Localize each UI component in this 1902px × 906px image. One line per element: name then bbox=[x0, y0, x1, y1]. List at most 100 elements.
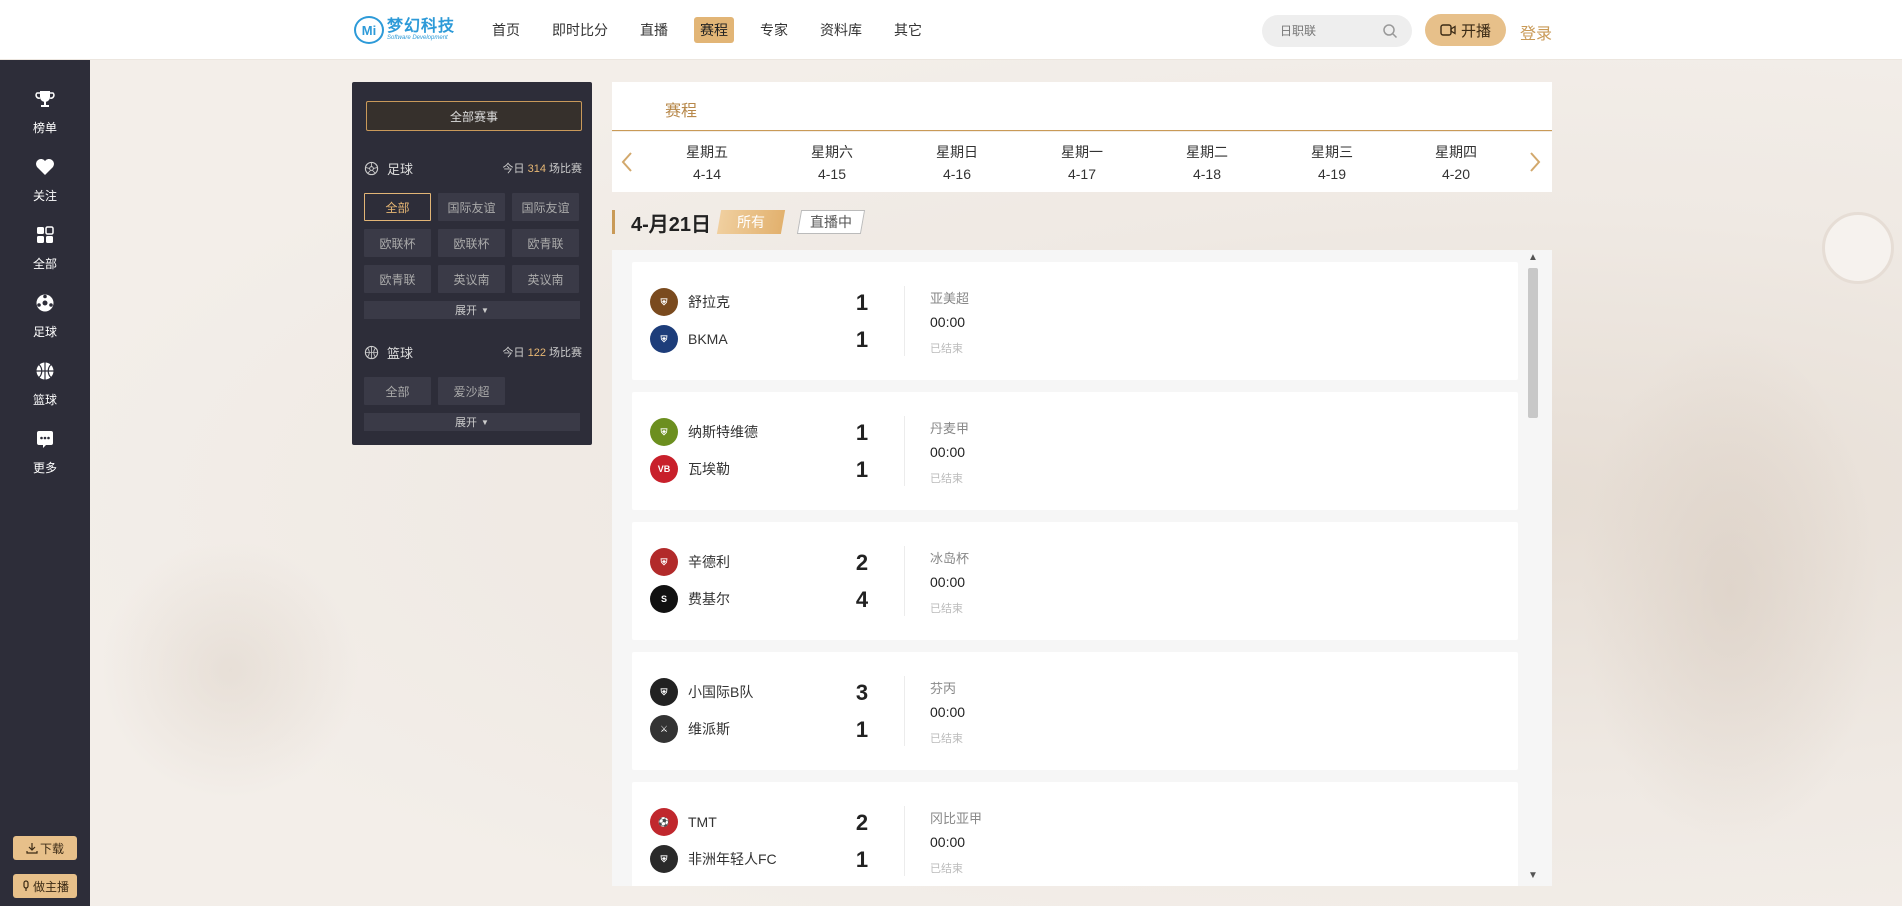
day-weekday: 星期三 bbox=[1311, 144, 1353, 160]
filter-live-tag[interactable]: 直播中 bbox=[796, 210, 866, 234]
away-score: 1 bbox=[855, 457, 869, 482]
home-score: 1 bbox=[855, 420, 869, 445]
sidebar-item-label: 篮球 bbox=[32, 393, 57, 407]
chip-football-league[interactable]: 英议南 bbox=[438, 265, 505, 293]
sidebar-item-label: 全部 bbox=[32, 257, 57, 271]
basketball-header: 篮球 今日 122 场比赛 bbox=[364, 342, 582, 362]
away-score: 1 bbox=[855, 847, 869, 872]
chip-football-league[interactable]: 欧青联 bbox=[364, 265, 431, 293]
top-bar: Mi 梦幻科技 Software Development 首页 即时比分 直播 … bbox=[0, 0, 1902, 60]
nav-other[interactable]: 其它 bbox=[888, 17, 928, 43]
football-icon bbox=[364, 161, 379, 175]
league-name: 亚美超 bbox=[930, 291, 970, 306]
day-tab[interactable]: 星期六 4-15 bbox=[792, 142, 872, 182]
team-logo: ⛨ bbox=[650, 325, 678, 353]
search-icon[interactable] bbox=[1382, 23, 1398, 39]
current-date: 4-月21日 bbox=[631, 213, 712, 236]
nav-live-score[interactable]: 即时比分 bbox=[546, 17, 614, 43]
sidebar-item-follow[interactable]: 关注 bbox=[0, 156, 90, 212]
chevron-down-icon: ▼ bbox=[481, 417, 489, 427]
sidebar-item-label: 榜单 bbox=[32, 121, 57, 135]
expand-label: 展开 bbox=[455, 305, 478, 317]
nav-experts[interactable]: 专家 bbox=[754, 17, 794, 43]
day-tab[interactable]: 星期二 4-18 bbox=[1167, 142, 1247, 182]
nav-database[interactable]: 资料库 bbox=[814, 17, 868, 43]
go-live-button[interactable]: 开播 bbox=[1425, 14, 1506, 46]
scroll-thumb[interactable] bbox=[1528, 268, 1538, 418]
day-tab[interactable]: 星期四 4-20 bbox=[1416, 142, 1496, 182]
filter-all-tag[interactable]: 所有 bbox=[716, 210, 786, 234]
day-weekday: 星期四 bbox=[1435, 144, 1477, 160]
decorative-player bbox=[100, 540, 360, 800]
sidebar-item-rankings[interactable]: 榜单 bbox=[0, 88, 90, 144]
scroll-up-icon[interactable]: ▲ bbox=[1526, 252, 1540, 266]
match-card[interactable]: ⚽ TMT ⛨ 非洲年轻人FC 2 1 冈比亚甲 00:00 已结束 bbox=[632, 782, 1518, 886]
team-logo: ⛨ bbox=[650, 845, 678, 873]
sidebar-item-label: 关注 bbox=[32, 189, 57, 203]
team-name: TMT bbox=[688, 814, 717, 830]
sidebar-item-basketball[interactable]: 篮球 bbox=[0, 360, 90, 416]
today-prefix: 今日 bbox=[502, 347, 525, 359]
match-card[interactable]: ⛨ 纳斯特维德 VB 瓦埃勒 1 1 丹麦甲 00:00 已结束 bbox=[632, 392, 1518, 510]
search-box bbox=[1262, 15, 1412, 47]
day-tab[interactable]: 星期一 4-17 bbox=[1042, 142, 1122, 182]
league-name: 丹麦甲 bbox=[930, 421, 970, 436]
day-tab[interactable]: 星期三 4-19 bbox=[1292, 142, 1372, 182]
sidebar-item-label: 足球 bbox=[32, 325, 57, 339]
chevron-left-icon[interactable] bbox=[616, 150, 640, 174]
football-title: 足球 bbox=[387, 161, 414, 177]
today-number: 122 bbox=[527, 347, 546, 359]
chip-football-league[interactable]: 欧联杯 bbox=[438, 229, 505, 257]
download-button[interactable]: 下载 bbox=[13, 836, 77, 860]
go-live-label: 开播 bbox=[1460, 22, 1491, 40]
away-score: 4 bbox=[855, 587, 869, 612]
basketball-expand-button[interactable]: 展开 ▼ bbox=[364, 413, 580, 431]
login-link[interactable]: 登录 bbox=[1520, 20, 1552, 44]
match-card[interactable]: ⛨ 小国际B队 ⚔ 维派斯 3 1 芬丙 00:00 已结束 bbox=[632, 652, 1518, 770]
logo[interactable]: Mi 梦幻科技 Software Development bbox=[354, 16, 455, 44]
match-time: 00:00 bbox=[930, 834, 966, 850]
league-name: 冰岛杯 bbox=[930, 551, 970, 566]
chip-basketball-all[interactable]: 全部 bbox=[364, 377, 431, 405]
chip-football-league[interactable]: 国际友谊 bbox=[512, 193, 579, 221]
day-tab[interactable]: 星期五 4-14 bbox=[667, 142, 747, 182]
day-weekday: 星期六 bbox=[811, 144, 853, 160]
scrollbar[interactable]: ▲ ▼ bbox=[1526, 250, 1540, 886]
search-input[interactable] bbox=[1280, 24, 1390, 38]
filter-all-label: 所有 bbox=[737, 214, 766, 230]
nav-home[interactable]: 首页 bbox=[486, 17, 526, 43]
chevron-right-icon[interactable] bbox=[1522, 150, 1546, 174]
chip-football-all[interactable]: 全部 bbox=[364, 193, 431, 221]
match-card[interactable]: ⛨ 辛德利 S 费基尔 2 4 冰岛杯 00:00 已结束 bbox=[632, 522, 1518, 640]
scroll-down-icon[interactable]: ▼ bbox=[1526, 870, 1540, 884]
chip-basketball-league[interactable]: 爱沙超 bbox=[438, 377, 505, 405]
nav-live[interactable]: 直播 bbox=[634, 17, 674, 43]
chip-football-league[interactable]: 欧青联 bbox=[512, 229, 579, 257]
divider bbox=[904, 286, 905, 356]
schedule-title: 赛程 bbox=[665, 103, 698, 120]
day-weekday: 星期日 bbox=[936, 144, 978, 160]
football-expand-button[interactable]: 展开 ▼ bbox=[364, 301, 580, 319]
sidebar-item-label: 更多 bbox=[32, 461, 57, 475]
logo-badge: Mi bbox=[354, 16, 384, 44]
all-events-button[interactable]: 全部赛事 bbox=[366, 101, 582, 131]
sidebar-item-more[interactable]: 更多 bbox=[0, 428, 90, 484]
match-card[interactable]: ⛨ 舒拉克 ⛨ BKMA 1 1 亚美超 00:00 已结束 bbox=[632, 262, 1518, 380]
camera-icon bbox=[1440, 24, 1456, 36]
become-host-button[interactable]: 做主播 bbox=[13, 874, 77, 898]
match-status: 已结束 bbox=[930, 473, 963, 485]
day-tab[interactable]: 星期日 4-16 bbox=[917, 142, 997, 182]
sidebar-item-football[interactable]: 足球 bbox=[0, 292, 90, 348]
basketball-title: 篮球 bbox=[387, 345, 414, 361]
football-today-count: 今日 314 场比赛 bbox=[503, 160, 582, 176]
home-score: 1 bbox=[855, 290, 869, 315]
divider bbox=[904, 546, 905, 616]
chevron-down-icon: ▼ bbox=[481, 305, 489, 315]
heart-icon bbox=[36, 159, 54, 175]
nav-schedule[interactable]: 赛程 bbox=[694, 17, 734, 43]
chip-football-league[interactable]: 英议南 bbox=[512, 265, 579, 293]
sidebar-item-all[interactable]: 全部 bbox=[0, 224, 90, 280]
chip-football-league[interactable]: 欧联杯 bbox=[364, 229, 431, 257]
chip-football-league[interactable]: 国际友谊 bbox=[438, 193, 505, 221]
team-logo: ⛨ bbox=[650, 418, 678, 446]
